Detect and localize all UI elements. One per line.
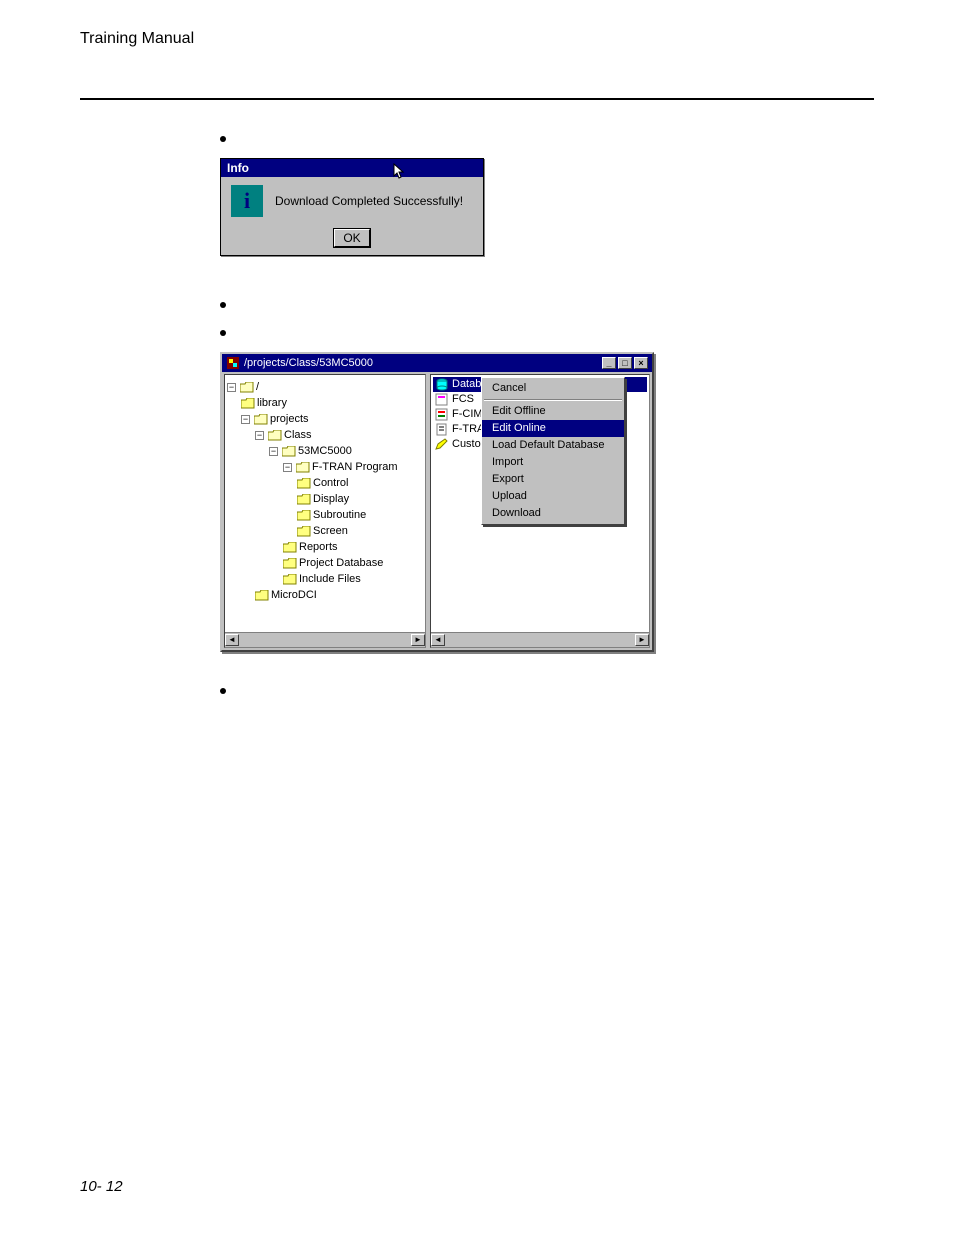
folder-open-icon bbox=[296, 462, 310, 473]
header-rule bbox=[80, 98, 874, 100]
menu-download[interactable]: Download bbox=[482, 505, 624, 522]
menu-export[interactable]: Export bbox=[482, 471, 624, 488]
tree-53mc5000[interactable]: 53MC5000 bbox=[298, 443, 352, 459]
bullet-dot bbox=[220, 688, 226, 694]
tree-microdci[interactable]: MicroDCI bbox=[271, 587, 317, 603]
tree-reports[interactable]: Reports bbox=[299, 539, 338, 555]
folder-icon bbox=[297, 478, 311, 489]
tree-incfiles[interactable]: Include Files bbox=[299, 571, 361, 587]
tree-projects[interactable]: projects bbox=[270, 411, 309, 427]
bullet-3 bbox=[220, 324, 874, 336]
database-icon bbox=[435, 378, 449, 391]
folder-open-icon bbox=[282, 446, 296, 457]
menu-upload[interactable]: Upload bbox=[482, 488, 624, 505]
tree-class[interactable]: Class bbox=[284, 427, 312, 443]
info-icon: i bbox=[231, 185, 263, 217]
tree-display[interactable]: Display bbox=[313, 491, 349, 507]
tree-subroutine[interactable]: Subroutine bbox=[313, 507, 366, 523]
folder-open-icon bbox=[268, 430, 282, 441]
bullet-dot bbox=[220, 330, 226, 336]
info-message: Download Completed Successfully! bbox=[275, 194, 463, 208]
folder-icon bbox=[297, 494, 311, 505]
bullet-dot bbox=[220, 302, 226, 308]
tree-ftran[interactable]: F-TRAN Program bbox=[312, 459, 398, 475]
left-hscroll[interactable]: ◄ ► bbox=[225, 632, 425, 647]
right-hscroll[interactable]: ◄ ► bbox=[431, 632, 649, 647]
explorer-title-text: /projects/Class/53MC5000 bbox=[244, 357, 373, 369]
folder-icon bbox=[283, 574, 297, 585]
list-pane[interactable]: Datab FCS F-CIM F-TRA bbox=[430, 374, 650, 648]
page-number: 10- 12 bbox=[80, 1178, 123, 1195]
tree-library[interactable]: library bbox=[257, 395, 287, 411]
explorer-titlebar[interactable]: /projects/Class/53MC5000 _ □ × bbox=[222, 354, 652, 372]
minimize-button[interactable]: _ bbox=[602, 357, 616, 369]
menu-load-default[interactable]: Load Default Database bbox=[482, 437, 624, 454]
info-titlebar: Info bbox=[221, 159, 483, 177]
menu-edit-offline[interactable]: Edit Offline bbox=[482, 403, 624, 420]
cursor-icon bbox=[393, 163, 407, 184]
bullet-dot bbox=[220, 136, 226, 142]
ok-button[interactable]: OK bbox=[334, 229, 369, 247]
tree-screen[interactable]: Screen bbox=[313, 523, 348, 539]
page-header: Training Manual bbox=[80, 30, 874, 48]
app-icon bbox=[226, 356, 240, 370]
pencil-icon bbox=[435, 438, 449, 451]
tree-root[interactable]: / bbox=[256, 379, 259, 395]
folder-icon bbox=[241, 398, 255, 409]
folder-open-icon bbox=[254, 414, 268, 425]
close-button[interactable]: × bbox=[634, 357, 648, 369]
folder-icon bbox=[283, 558, 297, 569]
context-menu: Cancel Edit Offline Edit Online Load Def… bbox=[481, 377, 625, 525]
info-title-text: Info bbox=[227, 161, 249, 175]
scroll-right-icon[interactable]: ► bbox=[635, 634, 649, 646]
doc-icon bbox=[435, 423, 449, 436]
scroll-left-icon[interactable]: ◄ bbox=[431, 634, 445, 646]
explorer-window: /projects/Class/53MC5000 _ □ × −/ librar… bbox=[220, 352, 654, 652]
maximize-button[interactable]: □ bbox=[618, 357, 632, 369]
bullet-4 bbox=[220, 682, 874, 694]
folder-icon bbox=[297, 510, 311, 521]
scroll-right-icon[interactable]: ► bbox=[411, 634, 425, 646]
menu-separator bbox=[484, 399, 622, 401]
folder-icon bbox=[255, 590, 269, 601]
folder-icon bbox=[283, 542, 297, 553]
bullet-1 bbox=[220, 130, 874, 142]
tree-pane[interactable]: −/ library −projects −Class −53MC5000 −F… bbox=[224, 374, 426, 648]
tree-control[interactable]: Control bbox=[313, 475, 348, 491]
menu-import[interactable]: Import bbox=[482, 454, 624, 471]
scroll-left-icon[interactable]: ◄ bbox=[225, 634, 239, 646]
folder-icon bbox=[297, 526, 311, 537]
tree-projdb[interactable]: Project Database bbox=[299, 555, 383, 571]
doc-icon bbox=[435, 393, 449, 406]
info-dialog: Info i Download Completed Successfully! … bbox=[220, 158, 484, 256]
bullet-2 bbox=[220, 296, 874, 308]
doc-icon bbox=[435, 408, 449, 421]
folder-open-icon bbox=[240, 382, 254, 393]
menu-cancel[interactable]: Cancel bbox=[482, 380, 624, 397]
menu-edit-online[interactable]: Edit Online bbox=[482, 420, 624, 437]
